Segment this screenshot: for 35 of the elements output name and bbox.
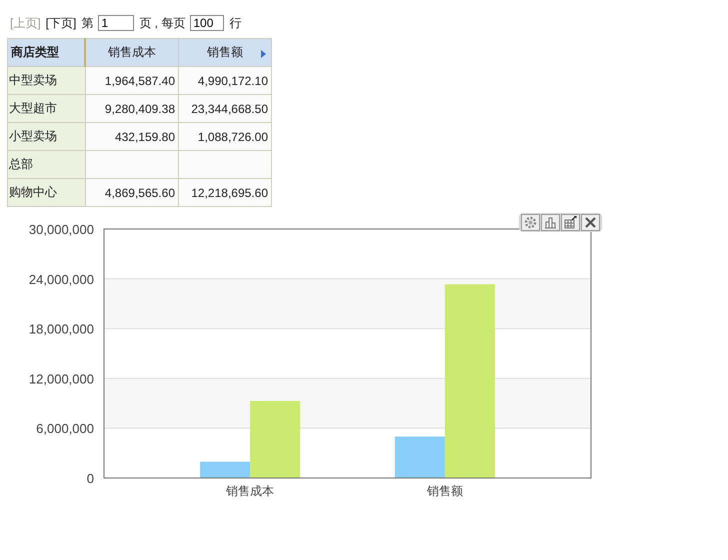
x-category-label: 销售成本 — [226, 484, 274, 498]
row-header: 总部 — [8, 150, 85, 178]
row-header: 中型卖场 — [8, 66, 85, 94]
y-tick-label: 12,000,000 — [28, 371, 94, 386]
row-header: 大型超市 — [8, 94, 85, 122]
table-cell: 432,159.80 — [85, 122, 178, 150]
table-cell: 23,344,668.50 — [178, 94, 272, 122]
expand-arrow-icon[interactable] — [261, 50, 266, 58]
close-button[interactable] — [581, 214, 600, 231]
column-header[interactable]: 销售额 — [178, 38, 272, 66]
table-cell: 9,280,409.38 — [85, 94, 178, 122]
x-category-label: 销售额 — [426, 484, 463, 498]
table-cell: 12,218,695.60 — [178, 178, 272, 206]
bar-chart-button[interactable] — [541, 214, 560, 231]
table-cell: 1,964,587.40 — [85, 66, 178, 94]
rows-label: 行 — [229, 14, 242, 32]
table-export-button[interactable] — [561, 214, 580, 231]
y-tick-label: 30,000,000 — [28, 222, 94, 237]
table-cell: 4,869,565.60 — [85, 178, 178, 206]
y-tick-label: 24,000,000 — [28, 272, 94, 287]
settings-button[interactable] — [521, 214, 540, 231]
column-header[interactable]: 销售成本 — [85, 38, 178, 66]
y-tick-label: 18,000,000 — [28, 322, 94, 337]
table-cell: 1,088,726.00 — [178, 122, 272, 150]
y-tick-label: 6,000,000 — [36, 421, 94, 436]
y-tick-label: 0 — [86, 471, 94, 486]
page-field[interactable]: 1 — [98, 15, 134, 31]
column-header[interactable]: 商店类型 — [8, 38, 85, 66]
rows-per-page-label: 页 , 每页 — [139, 14, 186, 32]
table-cell: 4,990,172.10 — [178, 66, 272, 94]
row-header: 购物中心 — [8, 178, 85, 206]
row-header: 小型卖场 — [8, 122, 85, 150]
page-label: 第 — [81, 14, 94, 32]
next-page-link[interactable]: [下页] — [46, 14, 76, 32]
rows-per-page-field[interactable]: 100 — [190, 15, 224, 31]
